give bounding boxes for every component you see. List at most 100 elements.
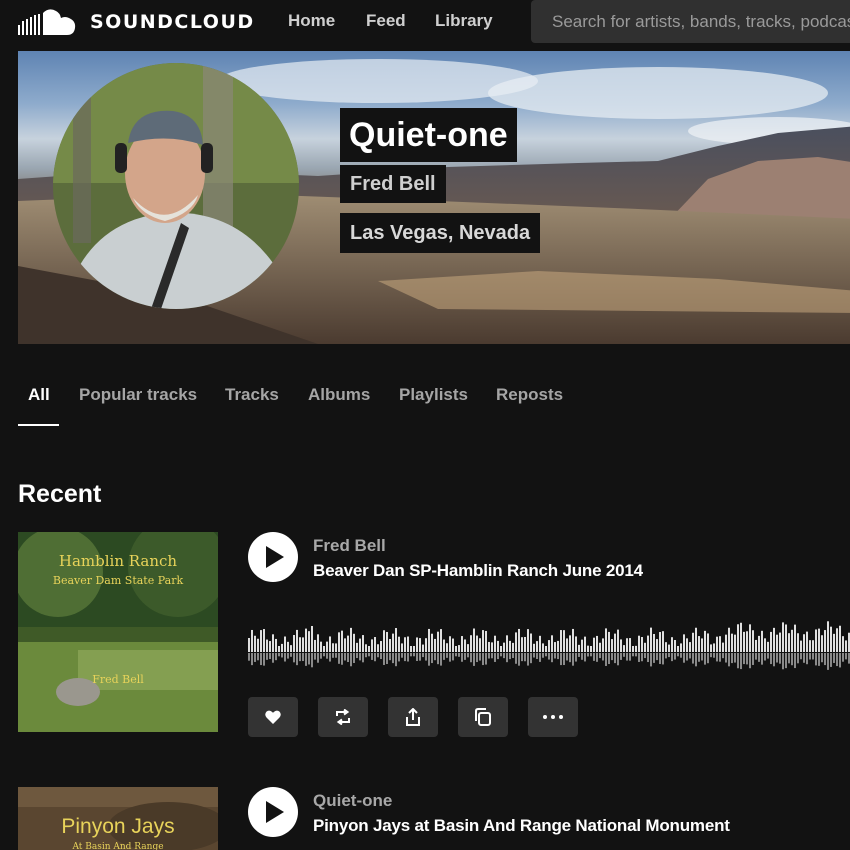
waveform-bar <box>605 628 607 652</box>
waveform-reflection <box>686 653 688 661</box>
track-title[interactable]: Beaver Dan SP-Hamblin Ranch June 2014 <box>313 561 643 581</box>
tab-all[interactable]: All <box>28 385 50 405</box>
play-button[interactable] <box>248 787 298 837</box>
track-artwork[interactable]: Pinyon Jays At Basin And Range <box>18 787 218 850</box>
waveform-reflection <box>443 653 445 660</box>
waveform-reflection <box>833 653 835 663</box>
waveform-bar <box>620 639 622 652</box>
track-artist[interactable]: Quiet-one <box>313 791 392 811</box>
waveform-bar <box>494 635 496 652</box>
waveform-bar <box>566 638 568 652</box>
profile-avatar[interactable] <box>53 63 299 309</box>
waveform-bar <box>647 635 649 652</box>
more-button[interactable] <box>528 697 578 737</box>
nav-feed[interactable]: Feed <box>366 11 406 31</box>
waveform-reflection <box>383 653 385 665</box>
waveform-bar <box>572 628 574 652</box>
tab-playlists[interactable]: Playlists <box>399 385 468 405</box>
waveform-reflection <box>299 653 301 662</box>
waveform-reflection <box>563 653 565 666</box>
waveform-reflection <box>296 653 298 666</box>
waveform-bar <box>308 631 310 652</box>
waveform-reflection <box>464 653 466 660</box>
waveform-reflection <box>530 653 532 664</box>
waveform-reflection <box>470 653 472 663</box>
waveform-bar <box>653 633 655 652</box>
play-icon <box>266 801 284 823</box>
waveform-reflection <box>521 653 523 662</box>
artwork-title: Hamblin Ranch <box>58 552 178 570</box>
waveform-reflection <box>332 653 334 658</box>
waveform-reflection <box>416 653 418 661</box>
waveform-bar <box>692 632 694 652</box>
share-button[interactable] <box>388 697 438 737</box>
nav-library[interactable]: Library <box>435 11 493 31</box>
waveform-reflection <box>581 653 583 660</box>
waveform-bar <box>488 641 490 652</box>
waveform-bar <box>596 635 598 652</box>
profile-display-name: Quiet-one <box>340 108 517 162</box>
waveform-bar <box>263 629 265 652</box>
waveform-reflection <box>656 653 658 661</box>
copy-link-button[interactable] <box>458 697 508 737</box>
waveform-reflection <box>410 653 412 657</box>
like-button[interactable] <box>248 697 298 737</box>
waveform-bar <box>599 642 601 652</box>
waveform-bar <box>773 627 775 652</box>
play-button[interactable] <box>248 532 298 582</box>
waveform-reflection <box>287 653 289 659</box>
waveform-bar <box>755 639 757 652</box>
nav-home[interactable]: Home <box>288 11 335 31</box>
waveform-bar <box>821 635 823 652</box>
waveform-bar <box>743 631 745 652</box>
track-waveform[interactable] <box>248 612 850 676</box>
tab-popular-tracks[interactable]: Popular tracks <box>79 385 197 405</box>
brand-name: SOUNDCLOUD <box>90 11 255 33</box>
waveform-reflection <box>776 653 778 663</box>
waveform-bar <box>359 638 361 652</box>
waveform-reflection <box>401 653 403 658</box>
waveform-reflection <box>623 653 625 657</box>
waveform-reflection <box>368 653 370 657</box>
waveform-bar <box>737 624 739 652</box>
waveform-bar <box>431 633 433 652</box>
waveform-reflection <box>557 653 559 660</box>
waveform-reflection <box>710 653 712 658</box>
track-artwork[interactable]: Hamblin Ranch Beaver Dam State Park Fred… <box>18 532 218 732</box>
search-input[interactable] <box>531 0 850 43</box>
waveform-bar <box>506 635 508 652</box>
track-artist[interactable]: Fred Bell <box>313 536 386 556</box>
waveform-bar <box>434 638 436 652</box>
tab-albums[interactable]: Albums <box>308 385 370 405</box>
waveform-bar <box>809 640 811 652</box>
waveform-bar <box>611 639 613 652</box>
waveform-reflection <box>632 653 634 657</box>
tab-reposts[interactable]: Reposts <box>496 385 563 405</box>
waveform-bar <box>290 645 292 652</box>
waveform-bar <box>644 642 646 652</box>
waveform-bar <box>587 645 589 652</box>
soundcloud-logo[interactable]: SOUNDCLOUD <box>18 7 255 37</box>
waveform-bar <box>662 631 664 652</box>
track-title[interactable]: Pinyon Jays at Basin And Range National … <box>313 816 730 836</box>
waveform-reflection <box>356 653 358 659</box>
repost-button[interactable] <box>318 697 368 737</box>
tab-tracks[interactable]: Tracks <box>225 385 279 405</box>
waveform-bar <box>326 641 328 652</box>
waveform-bar <box>341 630 343 652</box>
waveform-bar <box>266 639 268 652</box>
waveform-reflection <box>407 653 409 662</box>
waveform-reflection <box>497 653 499 660</box>
waveform-reflection <box>782 653 784 670</box>
waveform-reflection <box>392 653 394 664</box>
waveform-bar <box>344 638 346 652</box>
waveform-reflection <box>263 653 265 666</box>
waveform-bar <box>632 646 634 652</box>
waveform-bar <box>248 638 250 652</box>
waveform-bar <box>281 643 283 652</box>
waveform-reflection <box>668 653 670 658</box>
waveform-reflection <box>794 653 796 669</box>
waveform-reflection <box>518 653 520 666</box>
waveform-reflection <box>683 653 685 663</box>
waveform-reflection <box>647 653 649 663</box>
